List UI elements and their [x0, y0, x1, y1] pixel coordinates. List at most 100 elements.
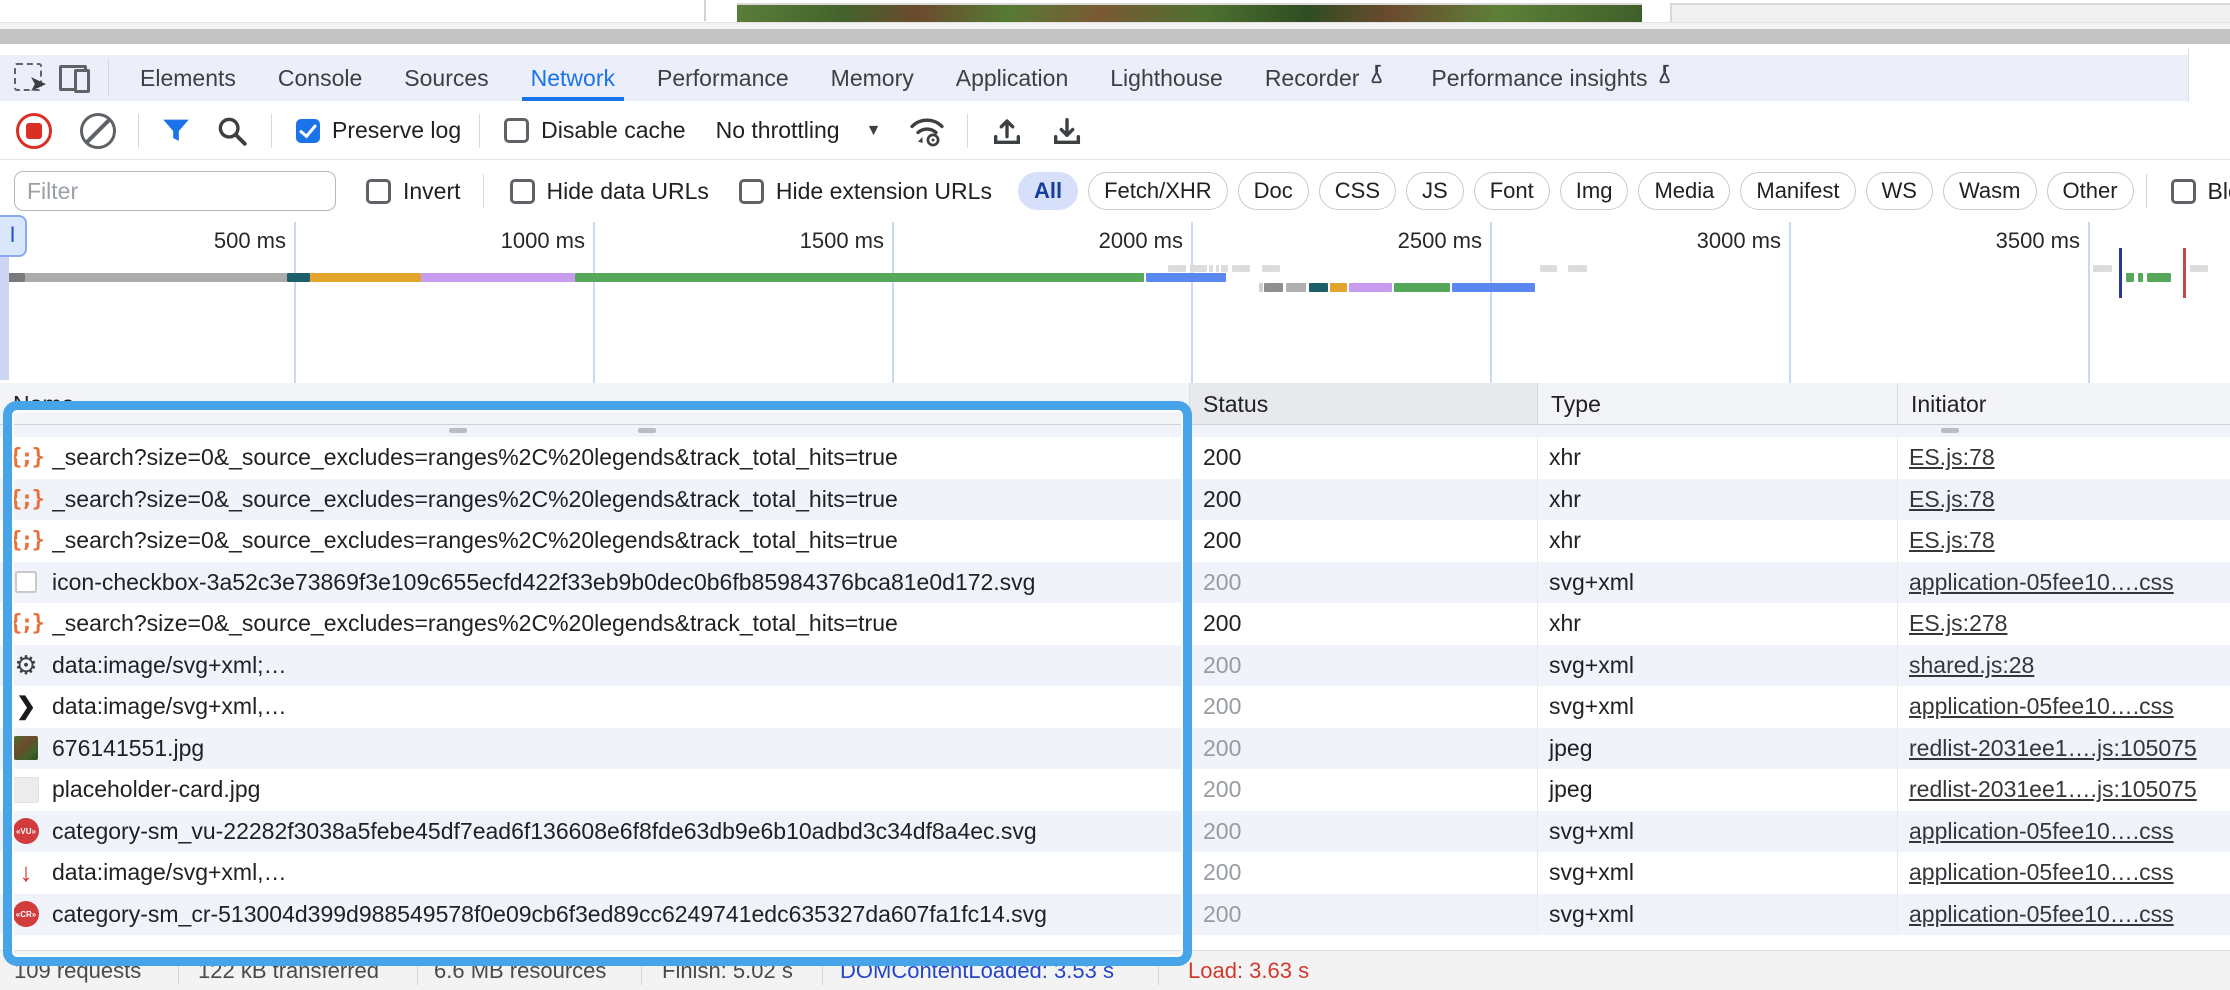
preserve-log-label[interactable]: Preserve log	[332, 117, 461, 144]
initiator-link[interactable]: application-05fee10….css	[1909, 901, 2174, 927]
filter-chip-js[interactable]: JS	[1406, 172, 1464, 210]
status-cell: 200	[1189, 479, 1537, 521]
invert-checkbox[interactable]	[366, 179, 391, 204]
initiator-cell: application-05fee10….css	[1897, 894, 2230, 936]
preserve-log-checkbox[interactable]	[296, 119, 320, 143]
request-name-cell[interactable]: ↓data:image/svg+xml,…	[0, 852, 1189, 894]
network-conditions-icon[interactable]	[907, 113, 947, 149]
request-name-cell[interactable]: ❯data:image/svg+xml,…	[0, 686, 1189, 728]
request-name-cell[interactable]: 676141551.jpg	[0, 728, 1189, 770]
table-row[interactable]: placeholder-card.jpg200jpegredlist-2031e…	[0, 769, 2230, 811]
network-overview-timeline[interactable]: 500 ms1000 ms1500 ms2000 ms2500 ms3000 m…	[0, 222, 2230, 393]
hide-extension-urls-checkbox[interactable]	[739, 179, 764, 204]
request-name-cell[interactable]: placeholder-card.jpg	[0, 769, 1189, 811]
filter-funnel-icon[interactable]	[159, 114, 193, 148]
column-header-initiator[interactable]: Initiator	[1897, 383, 2230, 425]
initiator-link[interactable]: application-05fee10….css	[1909, 818, 2174, 844]
hide-data-urls-checkbox[interactable]	[510, 179, 535, 204]
tab-console[interactable]: Console	[257, 55, 383, 101]
table-row[interactable]: «CR»category-sm_cr-513004d399d988549578f…	[0, 894, 2230, 936]
waterfall-bar	[2147, 273, 2171, 282]
filter-chip-doc[interactable]: Doc	[1238, 172, 1309, 210]
filter-chip-manifest[interactable]: Manifest	[1740, 172, 1855, 210]
filter-chip-fetch-xhr[interactable]: Fetch/XHR	[1088, 172, 1228, 210]
initiator-link[interactable]: ES.js:78	[1909, 527, 1995, 553]
overview-left-handle[interactable]	[0, 252, 9, 380]
request-name-cell[interactable]: {;}_search?size=0&_source_excludes=range…	[0, 520, 1189, 562]
hide-extension-urls-label[interactable]: Hide extension URLs	[776, 178, 992, 205]
initiator-link[interactable]: application-05fee10….css	[1909, 569, 2174, 595]
table-row[interactable]: {;}_search?size=0&_source_excludes=range…	[0, 437, 2230, 479]
table-row[interactable]: «VU» category-sm_vu-22282f3038a5febe45df7…	[0, 811, 2230, 853]
initiator-cell: ES.js:78	[1897, 520, 2230, 562]
import-har-icon[interactable]	[990, 114, 1024, 148]
request-name-cell[interactable]: icon-checkbox-3a52c3e73869f3e109c655ecfd…	[0, 562, 1189, 604]
table-row[interactable]: {;}_search?size=0&_source_excludes=range…	[0, 603, 2230, 645]
chevron-down-icon[interactable]: ▼	[866, 122, 882, 140]
tab-performance[interactable]: Performance	[636, 55, 810, 101]
tab-application[interactable]: Application	[935, 55, 1090, 101]
devtools-drag-handle[interactable]	[0, 29, 2230, 44]
filter-chip-all[interactable]: All	[1018, 172, 1078, 210]
tab-performance-insights[interactable]: Performance insights	[1410, 55, 1698, 101]
inspect-element-icon[interactable]: ➤	[12, 61, 46, 95]
filter-chip-css[interactable]: CSS	[1319, 172, 1396, 210]
page-photo-image	[737, 3, 1642, 24]
device-toolbar-icon[interactable]	[58, 61, 92, 95]
filter-chip-font[interactable]: Font	[1474, 172, 1550, 210]
filter-chip-wasm[interactable]: Wasm	[1943, 172, 2037, 210]
initiator-link[interactable]: redlist-2031ee1….js:105075	[1909, 776, 2197, 802]
request-name-cell[interactable]: ⚙data:image/svg+xml;…	[0, 645, 1189, 687]
initiator-link[interactable]: shared.js:28	[1909, 652, 2034, 678]
tab-elements[interactable]: Elements	[119, 55, 257, 101]
timeline-gridline	[2088, 222, 2090, 393]
filter-chip-media[interactable]: Media	[1638, 172, 1730, 210]
filter-input[interactable]	[14, 171, 336, 211]
table-row[interactable]: 676141551.jpg200jpegredlist-2031ee1….js:…	[0, 728, 2230, 770]
disable-cache-label[interactable]: Disable cache	[541, 117, 685, 144]
column-header-type[interactable]: Type	[1537, 383, 1897, 425]
filter-chip-other[interactable]: Other	[2047, 172, 2134, 210]
clear-icon[interactable]	[80, 113, 116, 149]
table-row[interactable]: {;}_search?size=0&_source_excludes=range…	[0, 479, 2230, 521]
blocked-response-checkbox[interactable]	[2171, 179, 2196, 204]
request-name-cell[interactable]: {;}_search?size=0&_source_excludes=range…	[0, 603, 1189, 645]
initiator-link[interactable]: ES.js:78	[1909, 486, 1995, 512]
export-har-icon[interactable]	[1050, 114, 1084, 148]
filter-chip-ws[interactable]: WS	[1866, 172, 1933, 210]
status-cell: 200	[1189, 769, 1537, 811]
table-row[interactable]: ⚙data:image/svg+xml;…200svg+xmlshared.js…	[0, 645, 2230, 687]
initiator-link[interactable]: application-05fee10….css	[1909, 693, 2174, 719]
initiator-link[interactable]: application-05fee10….css	[1909, 859, 2174, 885]
disable-cache-checkbox[interactable]	[504, 118, 529, 143]
throttling-select[interactable]: No throttling	[716, 117, 840, 144]
initiator-link[interactable]: redlist-2031ee1….js:105075	[1909, 735, 2197, 761]
tab-lighthouse[interactable]: Lighthouse	[1089, 55, 1244, 101]
request-name: category-sm_vu-22282f3038a5febe45df7ead6…	[52, 818, 1037, 845]
blocked-response-label[interactable]: Blocked res	[2208, 178, 2230, 205]
tab-network[interactable]: Network	[510, 55, 636, 101]
hide-data-urls-label[interactable]: Hide data URLs	[547, 178, 709, 205]
table-row[interactable]: ↓data:image/svg+xml,…200svg+xmlapplicati…	[0, 852, 2230, 894]
request-name-cell[interactable]: {;}_search?size=0&_source_excludes=range…	[0, 437, 1189, 479]
search-icon[interactable]	[215, 114, 249, 148]
column-header-name[interactable]: Name	[0, 383, 1189, 425]
status-cell: 200	[1189, 894, 1537, 936]
column-header-status[interactable]: Status	[1189, 383, 1537, 425]
request-name: _search?size=0&_source_excludes=ranges%2…	[52, 486, 898, 513]
request-name-cell[interactable]: {;}_search?size=0&_source_excludes=range…	[0, 479, 1189, 521]
invert-label[interactable]: Invert	[403, 178, 461, 205]
tab-recorder[interactable]: Recorder	[1244, 55, 1411, 101]
table-row[interactable]: ❯data:image/svg+xml,…200svg+xmlapplicati…	[0, 686, 2230, 728]
tab-sources[interactable]: Sources	[383, 55, 509, 101]
filter-chip-img[interactable]: Img	[1560, 172, 1629, 210]
record-icon[interactable]	[16, 113, 52, 149]
table-row[interactable]: icon-checkbox-3a52c3e73869f3e109c655ecfd…	[0, 562, 2230, 604]
request-name-cell[interactable]: «VU» category-sm_vu-22282f3038a5febe45df7…	[0, 811, 1189, 853]
initiator-link[interactable]: ES.js:78	[1909, 444, 1995, 470]
initiator-link[interactable]: ES.js:278	[1909, 610, 2007, 636]
request-name-cell[interactable]: «CR»category-sm_cr-513004d399d988549578f…	[0, 894, 1189, 936]
redlist-vu-icon-glyph: «VU»	[13, 818, 39, 844]
table-row[interactable]: {;}_search?size=0&_source_excludes=range…	[0, 520, 2230, 562]
tab-memory[interactable]: Memory	[810, 55, 935, 101]
